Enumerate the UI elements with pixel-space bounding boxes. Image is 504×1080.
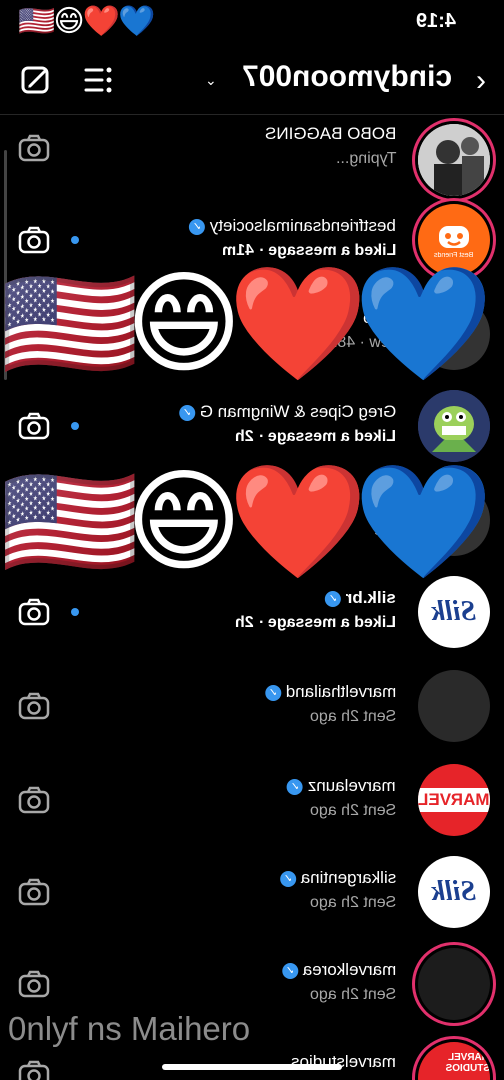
conversation-name-text: Greg Cipes & Wingman G [199, 402, 396, 421]
conversation-subtitle: Typing... [335, 150, 396, 167]
conversation-subtitle: Liked a message · 41m [221, 242, 396, 259]
status-bar: 🇺🇸😄❤️💙 4:19 [0, 0, 504, 44]
conversation-subtitle: Liked a message · 2h [235, 614, 396, 631]
photo-avatar-image [418, 124, 490, 196]
verified-badge-icon: ✓ [264, 684, 281, 701]
camera-icon[interactable] [18, 970, 50, 998]
conversation-name: BOBO BAGGINS [264, 124, 396, 143]
clock: 4:19 [415, 10, 456, 32]
camera-icon[interactable] [18, 1060, 50, 1080]
conversation-name: bestfriendsanimalsociety ✓ [185, 216, 396, 236]
conversation-row[interactable]: marvelthailand ✓ Sent 2h ago [0, 666, 504, 758]
camera-icon[interactable] [18, 412, 50, 440]
conversation-subtitle: Sent 2h ago [309, 894, 396, 911]
conversation-name-text: bestfriendsanimalsociety [209, 216, 396, 235]
camera-icon[interactable] [18, 786, 50, 814]
conversation-name: marvelthailand ✓ [261, 682, 396, 702]
verified-badge-icon: ✓ [287, 778, 304, 795]
unread-dot [71, 236, 79, 244]
list-options-icon[interactable] [82, 62, 118, 98]
conversation-name-text: marvelkorea [302, 960, 396, 979]
back-chevron-icon[interactable]: › [476, 64, 486, 98]
header: ⌄ cindymoon007 › [0, 52, 504, 110]
silk-logo-text: Silk [431, 876, 477, 907]
conversation-name-text: marvelaunz [308, 776, 396, 795]
silk-logo-text: Silk [431, 596, 477, 627]
cartoon-monster-avatar-image [418, 390, 490, 462]
conversation-name: Greg Cipes & Wingman G ✓ [175, 402, 396, 422]
conversation-subtitle: Liked a message · 2h [235, 428, 396, 445]
emoji-sticker-overlay: 🇺🇸😄❤️💙 [0, 259, 493, 389]
avatar [418, 124, 490, 196]
account-username[interactable]: cindymoon007 [242, 60, 452, 94]
conversation-subtitle: Sent 2h ago [309, 802, 396, 819]
camera-icon[interactable] [18, 598, 50, 626]
conversation-name: marvelkorea ✓ [278, 960, 396, 980]
verified-badge-icon: ✓ [189, 218, 206, 235]
conversation-subtitle: Sent 2h ago [309, 708, 396, 725]
conversation-row[interactable]: Silk silkargentina ✓ Sent 2h ago [0, 852, 504, 944]
avatar [418, 670, 490, 742]
dropdown-chevron-icon[interactable]: ⌄ [205, 72, 217, 89]
unread-dot [71, 608, 79, 616]
verified-badge-icon: ✓ [178, 404, 195, 421]
verified-badge-icon: ✓ [281, 962, 298, 979]
marvel-studios-logo-text: MARVEL STUDIOS [445, 1052, 490, 1074]
conversation-name: marvelaunz ✓ [283, 776, 396, 796]
conversation-subtitle: Sent 2h ago [309, 986, 396, 1003]
marvel-logo-text: MARVEL [418, 788, 490, 812]
conversation-name-text: marvelthailand [285, 682, 396, 701]
home-indicator[interactable] [162, 1064, 342, 1070]
conversation-name: silkargentina ✓ [276, 868, 396, 888]
unread-dot [71, 422, 79, 430]
conversation-name-text: silkargentina [300, 868, 396, 887]
avatar: MARVEL [418, 764, 490, 836]
avatar-brand-text: Best Friends [434, 251, 474, 259]
avatar: Silk [418, 856, 490, 928]
camera-icon[interactable] [18, 134, 50, 162]
verified-badge-icon: ✓ [325, 590, 342, 607]
camera-icon[interactable] [18, 878, 50, 906]
conversation-row[interactable]: MARVEL marvelaunz ✓ Sent 2h ago [0, 760, 504, 852]
avatar: MARVEL STUDIOS [418, 1042, 490, 1080]
watermark-text: 0nlyf ns Maihero [8, 1010, 251, 1047]
status-emoji-flair: 🇺🇸😄❤️💙 [18, 4, 155, 39]
best-friends-logo-icon [438, 225, 469, 248]
header-divider [0, 114, 504, 115]
avatar [418, 390, 490, 462]
conversation-row[interactable]: BOBO BAGGINS Typing... [0, 116, 504, 208]
verified-badge-icon: ✓ [279, 870, 296, 887]
compose-icon[interactable] [18, 62, 54, 98]
emoji-sticker-overlay: 🇺🇸😄❤️💙 [0, 457, 493, 587]
avatar [418, 948, 490, 1020]
camera-icon[interactable] [18, 226, 50, 254]
camera-icon[interactable] [18, 692, 50, 720]
